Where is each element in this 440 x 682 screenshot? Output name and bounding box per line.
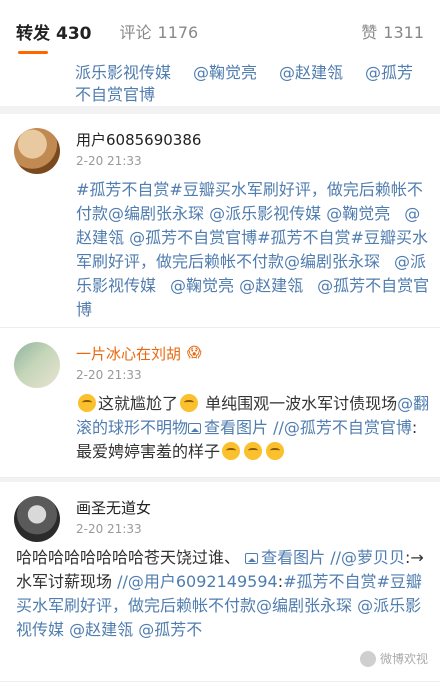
username-text: 一片冰心在刘胡 xyxy=(76,344,182,363)
mention-link[interactable]: @派乐影视传媒 xyxy=(209,204,321,223)
watermark: 微博欢视 xyxy=(359,650,428,667)
view-image-link[interactable]: 查看图片 xyxy=(245,548,325,567)
text-segment: 单纯围观一波水军讨债现场 xyxy=(205,394,398,413)
mention-link[interactable]: @鞠觉亮 xyxy=(193,63,257,82)
mention-link[interactable]: @编剧张永琛 xyxy=(108,204,204,223)
mention-link[interactable]: @赵建瓴 xyxy=(239,276,303,295)
mention-link[interactable]: @赵建瓴 xyxy=(69,620,133,639)
username[interactable]: 一片冰心在刘胡 😱 xyxy=(76,342,430,364)
tab-repost-count: 430 xyxy=(56,23,92,44)
shy-emoji-icon xyxy=(244,442,263,460)
mention-link[interactable]: //@萝贝贝 xyxy=(330,548,405,567)
mention-link[interactable]: @赵建瓴 xyxy=(279,63,343,82)
comment-text: 这就尴尬了 单纯围观一波水军讨债现场@翻滚的球形不明物 查看图片 //@孤芳不自赏… xyxy=(76,392,430,464)
tab-bar: 转发 430 评论 1176 赞 1311 xyxy=(0,0,440,62)
tab-repost-label: 转发 xyxy=(16,23,50,44)
view-image-link[interactable]: 查看图片 xyxy=(188,418,268,437)
mention-link[interactable]: 不自赏官博 xyxy=(75,85,155,104)
timestamp: 2-20 21:33 xyxy=(76,522,142,536)
mention-link[interactable]: @编剧张永琛 xyxy=(256,596,352,615)
weibo-logo-icon xyxy=(359,650,376,667)
watermark-text: 微博欢视 xyxy=(379,652,428,666)
tab-like[interactable]: 赞 1311 xyxy=(361,19,424,43)
avatar[interactable] xyxy=(14,496,60,542)
mention-link[interactable]: @孤芳不自赏官博 xyxy=(129,228,257,247)
mention-link[interactable]: @孤芳不 xyxy=(138,620,202,639)
avatar[interactable] xyxy=(14,342,60,388)
view-image-label: 查看图片 xyxy=(204,418,269,437)
mention-link[interactable]: @编剧张永琛 xyxy=(284,252,380,271)
comment-text: 哈哈哈哈哈哈哈哈苍天饶过谁、 查看图片 //@萝贝贝:→水军讨薪现场 //@用户… xyxy=(16,546,430,642)
comment-text: #孤芳不自赏#豆瓣买水军刷好评，做完后赖帐不付款@编剧张永琛 @派乐影视传媒 @… xyxy=(76,178,430,322)
username[interactable]: 画圣无道女 xyxy=(76,496,430,518)
timestamp: 2-20 21:33 xyxy=(76,154,142,168)
timestamp: 2-20 21:33 xyxy=(76,368,142,382)
tab-comment-count: 1176 xyxy=(157,23,199,42)
tab-comment[interactable]: 评论 1176 xyxy=(120,19,199,43)
tab-repost[interactable]: 转发 430 xyxy=(16,19,92,44)
mention-link[interactable]: @鞠觉亮 xyxy=(170,276,234,295)
comment-item: 画圣无道女 2-20 21:33 哈哈哈哈哈哈哈哈苍天饶过谁、 查看图片 //@… xyxy=(0,482,440,682)
text-segment: 这就尴尬了 xyxy=(98,394,179,413)
view-image-label: 查看图片 xyxy=(261,548,326,567)
previous-comment-fragment: 派乐影视传媒 @鞠觉亮 @赵建瓴 @孤芳 不自赏官博 xyxy=(0,62,440,106)
shy-emoji-icon xyxy=(222,442,241,460)
laughing-emoji-icon xyxy=(78,394,96,412)
comment-item: 用户6085690386 2-20 21:33 #孤芳不自赏#豆瓣买水军刷好评，… xyxy=(0,114,440,328)
comment-item: 一片冰心在刘胡 😱 2-20 21:33 这就尴尬了 单纯围观一波水军讨债现场@翻… xyxy=(0,328,440,478)
laughing-emoji-icon xyxy=(180,394,199,412)
mention-link[interactable]: //@用户6092149594 xyxy=(117,572,278,591)
crown-badge-icon: 😱 xyxy=(187,345,202,361)
tab-comment-label: 评论 xyxy=(119,23,152,42)
image-icon xyxy=(188,423,202,434)
mention-link[interactable]: //@孤芳不自赏官博 xyxy=(273,418,412,437)
mention-link[interactable]: @孤芳 xyxy=(365,63,413,82)
avatar[interactable] xyxy=(14,128,60,174)
mention-link[interactable]: @鞠觉亮 xyxy=(326,204,390,223)
shy-emoji-icon xyxy=(266,442,285,460)
image-icon xyxy=(245,553,259,564)
tab-like-count: 1311 xyxy=(383,23,424,42)
text-segment: 哈哈哈哈哈哈哈哈苍天饶过谁、 xyxy=(16,548,241,567)
mention-link[interactable]: 派乐影视传媒 xyxy=(75,63,171,82)
username[interactable]: 用户6085690386 xyxy=(76,128,430,150)
tab-like-label: 赞 xyxy=(361,23,378,42)
divider xyxy=(0,106,440,114)
